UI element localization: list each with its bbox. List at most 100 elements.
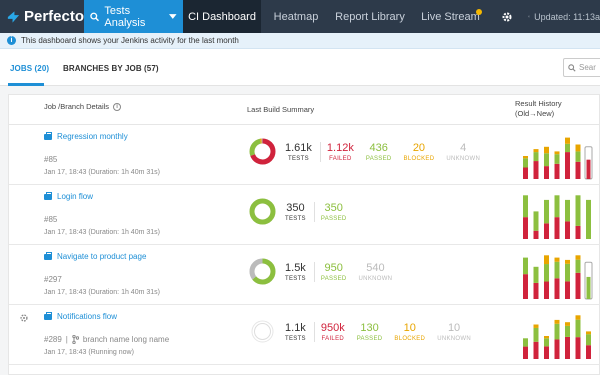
build-summary-donut[interactable]	[249, 198, 276, 225]
history-bar-segment-passed	[586, 334, 591, 346]
perfecto-logo-icon	[7, 10, 20, 23]
search-icon	[90, 12, 99, 21]
history-bar-segment-failed	[544, 346, 549, 359]
history-bar-current-fill	[586, 276, 591, 299]
stat-failed[interactable]: 950k FAILED	[315, 322, 351, 342]
job-name-link[interactable]: Regression monthly	[44, 131, 128, 141]
job-name-link[interactable]: Navigate to product page	[44, 251, 146, 261]
history-bar-segment-failed	[565, 221, 570, 239]
info-banner: i This dashboard shows your Jenkins acti…	[0, 33, 600, 49]
history-bar-segment-failed	[554, 278, 560, 299]
stat-failed[interactable]: 1.12k FAILED	[321, 142, 360, 162]
info-icon[interactable]: i	[113, 102, 122, 111]
table-row[interactable]: Navigate to product page #297 Jan 17, 18:4…	[9, 245, 600, 305]
stat-unknown[interactable]: 540 UNKNOWN	[353, 262, 399, 282]
refresh-icon	[528, 15, 530, 18]
header-last-build: Last Build Summary	[247, 105, 315, 114]
search-input[interactable]: Sear	[563, 58, 600, 77]
table-row[interactable]: Notifications flow #289 | branch name long …	[9, 305, 600, 365]
history-bar-current-fill	[586, 159, 591, 179]
build-summary-donut[interactable]	[249, 138, 276, 165]
stat-value: 1.61k	[285, 142, 312, 154]
result-history-chart[interactable]	[514, 125, 594, 185]
history-bar-segment-blocked	[544, 336, 549, 339]
header-result-history: Result History (Old→New)	[515, 99, 562, 119]
build-date: Jan 17, 18:43	[44, 229, 87, 236]
history-bar-segment-passed	[533, 211, 539, 231]
nav-ci-dashboard[interactable]: CI Dashboard	[183, 0, 261, 33]
settings-button[interactable]	[492, 11, 522, 23]
history-bar-segment-failed	[575, 225, 581, 239]
stat-value: 1.1k	[285, 322, 306, 334]
build-stats: 1.5k TESTS 950 PASSED 540 UNKNOWN	[281, 262, 398, 282]
nav-tests-analysis-label: Tests Analysis	[104, 4, 146, 29]
branch-icon	[72, 335, 79, 344]
nav-live-stream[interactable]: Live Stream	[409, 0, 492, 33]
result-history-chart[interactable]	[514, 185, 594, 245]
nav-report-library[interactable]: Report Library	[331, 0, 409, 33]
perfecto-logo[interactable]: Perfecto	[0, 0, 84, 33]
history-bar-segment-blocked	[554, 151, 560, 155]
history-bar-segment-blocked	[575, 315, 581, 320]
stat-blocked[interactable]: 10 BLOCKED	[388, 322, 431, 342]
history-bar-segment-passed	[575, 151, 581, 162]
stat-blocked[interactable]: 20 BLOCKED	[398, 142, 441, 162]
separator: |	[65, 335, 68, 344]
result-history-chart[interactable]	[514, 245, 594, 305]
history-bar-segment-passed	[575, 259, 581, 273]
stat-total[interactable]: 350 TESTS	[281, 202, 315, 222]
build-date: Jan 17, 18:43	[44, 349, 87, 356]
stat-passed[interactable]: 950 PASSED	[315, 262, 353, 282]
history-bar-segment-passed	[533, 266, 539, 283]
tab-jobs[interactable]: JOBS (20)	[10, 64, 49, 73]
build-duration: (Duration: 1h 40m 31s)	[88, 229, 160, 236]
stat-value: 540	[366, 262, 385, 274]
stat-value: 10	[403, 322, 416, 334]
result-history-chart[interactable]	[514, 305, 594, 365]
search-placeholder: Sear	[579, 63, 596, 72]
job-name-link[interactable]: Login flow	[44, 191, 93, 201]
history-bar-segment-failed	[565, 336, 570, 359]
last-updated: Updated: 11:13a	[528, 12, 600, 22]
stat-label: TESTS	[285, 216, 306, 222]
history-bar-segment-blocked	[565, 259, 570, 264]
nav-tests-analysis[interactable]: Tests Analysis	[84, 0, 183, 33]
stat-unknown[interactable]: 10 UNKNOWN	[431, 322, 477, 342]
history-bar-segment-blocked	[565, 137, 570, 144]
history-bar-segment-passed	[544, 338, 549, 347]
table-row[interactable]: Login flow #85 Jan 17, 18:43 (Duration: 1h…	[9, 185, 600, 245]
stat-label: FAILED	[329, 156, 352, 162]
nav-heatmap[interactable]: Heatmap	[261, 0, 331, 33]
job-name-link[interactable]: Notifications flow	[44, 311, 117, 321]
live-indicator-dot	[476, 9, 482, 15]
job-build-number: #289 | branch name long name	[44, 335, 169, 344]
build-summary-donut[interactable]	[249, 318, 276, 345]
stat-total[interactable]: 1.61k TESTS	[281, 142, 321, 162]
build-date: Jan 17, 18:43	[44, 289, 87, 296]
last-updated-text: Updated: 11:13a	[534, 11, 600, 22]
donut-track	[251, 320, 274, 343]
stat-passed[interactable]: 130 PASSED	[351, 322, 389, 342]
header-result-history-label: Result History	[515, 99, 562, 108]
nav-heatmap-label: Heatmap	[273, 10, 319, 23]
build-stats: 1.61k TESTS 1.12k FAILED 436 PASSED 20 BLOCKED 4…	[281, 142, 486, 162]
chevron-down-icon	[169, 14, 177, 19]
job-build-number: #297	[44, 275, 62, 284]
history-bar-segment-failed	[533, 341, 539, 359]
stat-unknown[interactable]: 4 UNKNOWN	[440, 142, 486, 162]
tab-branches-by-job[interactable]: BRANCHES BY JOB (57)	[63, 64, 159, 73]
stat-value: 950k	[320, 322, 345, 334]
history-bar-segment-passed	[544, 199, 549, 224]
stat-passed[interactable]: 350 PASSED	[315, 202, 353, 222]
history-bar-segment-passed	[523, 257, 528, 275]
job-build-number: #85	[44, 215, 57, 224]
stat-passed[interactable]: 436 PASSED	[360, 142, 398, 162]
build-summary-donut[interactable]	[249, 258, 276, 285]
history-bar-segment-blocked	[554, 319, 560, 324]
history-bar-segment-passed	[554, 261, 560, 279]
table-row[interactable]: Regression monthly #85 Jan 17, 18:43 (Dura…	[9, 125, 600, 185]
stat-total[interactable]: 1.1k TESTS	[281, 322, 315, 342]
stat-total[interactable]: 1.5k TESTS	[281, 262, 315, 282]
history-bar-segment-failed	[544, 166, 549, 179]
stat-value: 350	[324, 202, 343, 214]
